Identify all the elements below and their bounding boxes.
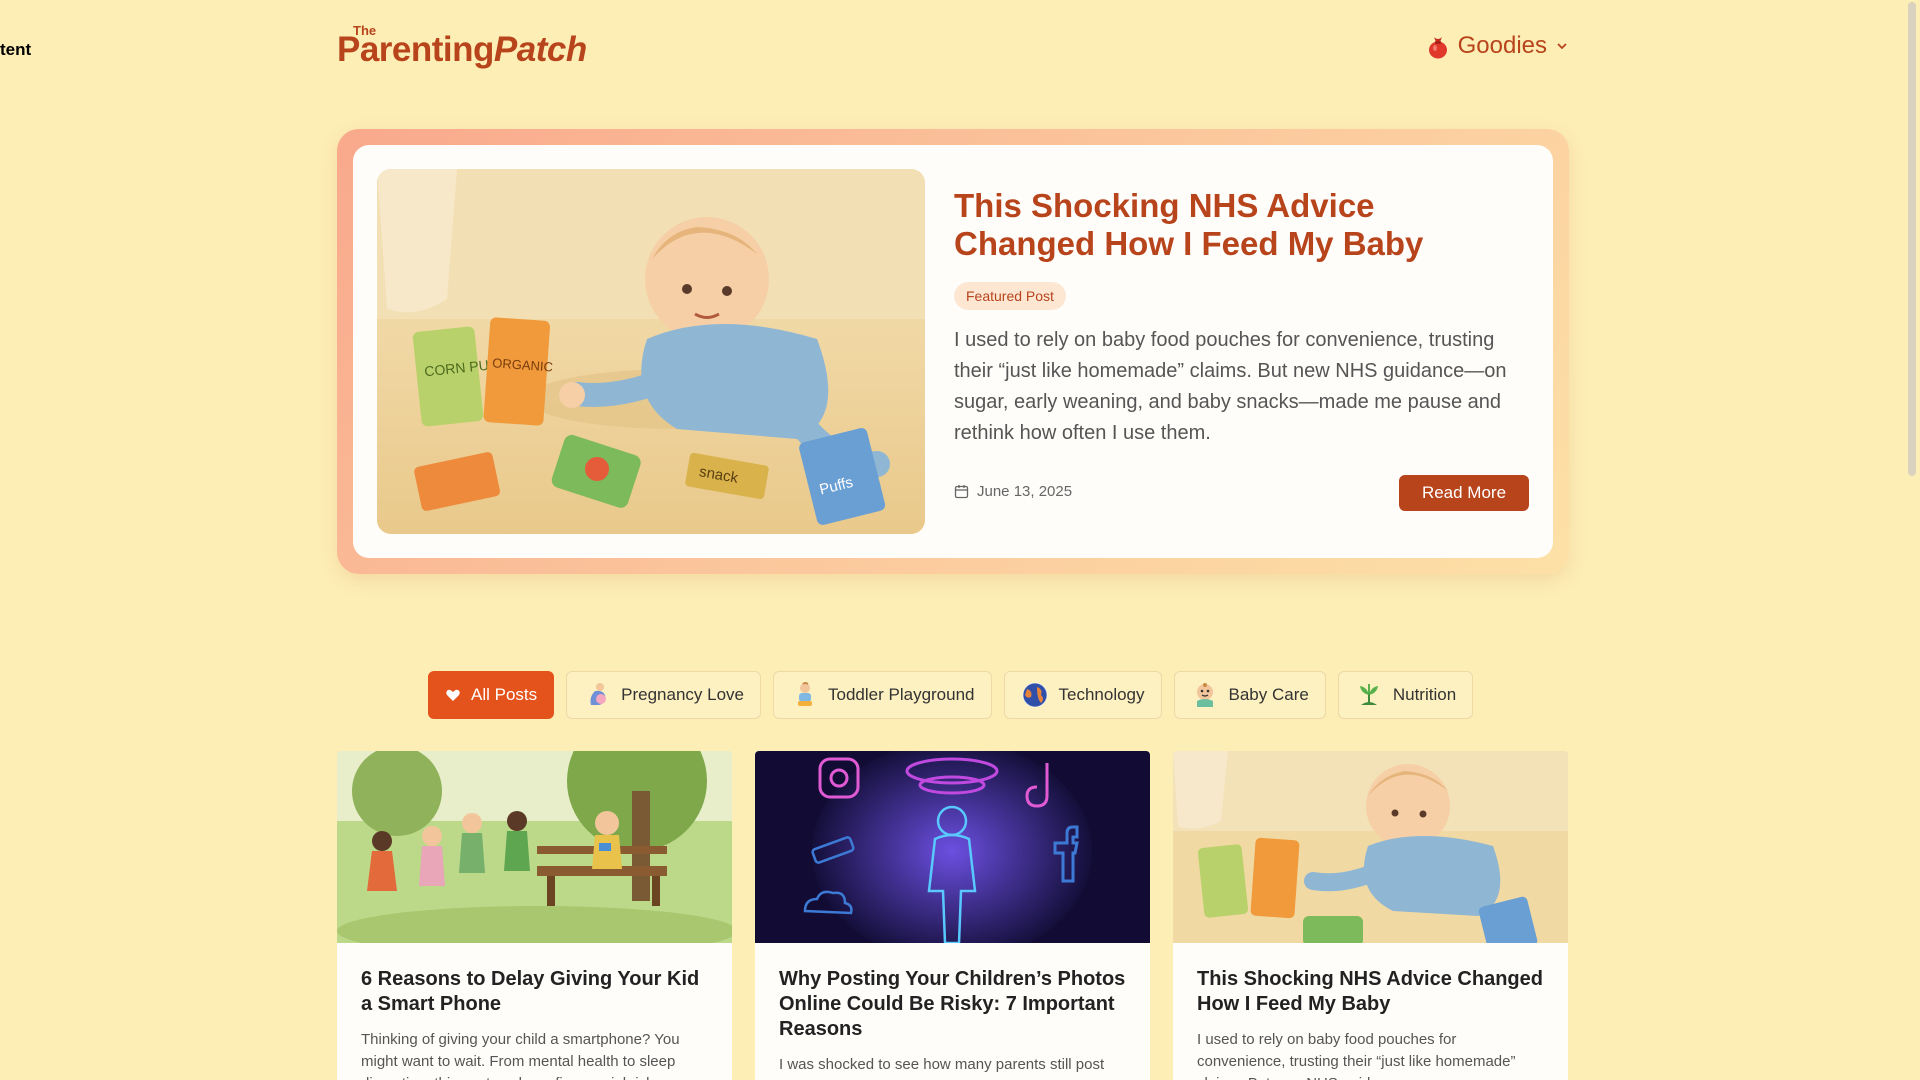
read-more-button[interactable]: Read More [1399,475,1529,511]
plant-icon [1359,684,1378,705]
featured-date-text: June 13, 2025 [977,483,1073,500]
baby-crawling-illustration: CORN PUFFS ORGANIC snack Puffs [377,169,925,534]
tab-all-posts[interactable]: All Posts [428,671,555,719]
tab-label: Toddler Playground [828,685,975,704]
featured-image[interactable]: CORN PUFFS ORGANIC snack Puffs [377,169,925,534]
post-title[interactable]: Why Posting Your Children’s Photos Onlin… [779,967,1129,1042]
featured-excerpt: I used to rely on baby food pouches for … [954,329,1507,444]
toddler-icon [798,682,813,706]
post-title[interactable]: This Shocking NHS Advice Changed How I F… [1197,967,1547,1017]
tab-label: Pregnancy Love [621,685,745,704]
chevron-down-icon [1557,43,1567,50]
tab-technology[interactable]: Technology [1003,671,1162,719]
gift-bag-icon [1428,37,1447,59]
scrollbar-thumb[interactable] [1908,2,1916,476]
goodies-menu[interactable]: Goodies [1426,32,1569,60]
calendar-icon [954,485,969,499]
post-title[interactable]: 6 Reasons to Delay Giving Your Kid a Sma… [361,967,711,1017]
post-card[interactable]: Why Posting Your Children’s Photos Onlin… [755,751,1150,1080]
baby-crawling-thumbnail [1173,751,1568,943]
tab-toddler-playground[interactable]: Toddler Playground [773,671,992,719]
post-thumbnail[interactable] [755,751,1150,943]
digital-child-illustration [755,751,1150,943]
goodies-label: Goodies [1457,32,1547,59]
post-card[interactable]: 6 Reasons to Delay Giving Your Kid a Sma… [337,751,732,1080]
globe-icon [1022,682,1047,708]
featured-date: June 13, 2025 [954,483,1072,500]
logo-patch: Patch [493,30,587,69]
post-card[interactable]: This Shocking NHS Advice Changed How I F… [1173,751,1568,1080]
post-thumbnail[interactable] [337,751,732,943]
heart-icon [446,689,460,701]
vertical-scrollbar[interactable] [1904,0,1920,1080]
logo-the: The [353,23,377,38]
tab-label: Nutrition [1392,685,1457,704]
tab-nutrition[interactable]: Nutrition [1337,671,1474,719]
tab-pregnancy-love[interactable]: Pregnancy Love [566,671,762,719]
pregnancy-icon [590,683,607,705]
skip-to-content-link[interactable]: tent [0,40,31,60]
featured-badge: Featured Post [954,282,1066,310]
tab-label: Baby Care [1228,685,1309,704]
site-header: The ParentingPatch Goodies [337,0,1569,100]
category-tabs: All Posts Pregnancy Love Toddler Playgro… [428,671,1474,719]
post-excerpt: Thinking of giving your child a smartpho… [361,1031,680,1080]
featured-post: CORN PUFFS ORGANIC snack Puffs This Shoc… [337,129,1569,574]
post-excerpt: I was shocked to see how many parents st… [779,1056,1105,1080]
featured-title[interactable]: This Shocking NHS Advice Changed How I F… [954,187,1514,263]
tab-label: Technology [1058,685,1145,704]
baby-icon [1196,683,1213,707]
featured-card: CORN PUFFS ORGANIC snack Puffs This Shoc… [353,145,1553,558]
tab-baby-care[interactable]: Baby Care [1173,671,1326,719]
site-logo[interactable]: The ParentingPatch [337,20,587,70]
post-excerpt: I used to rely on baby food pouches for … [1197,1031,1516,1080]
kids-playing-illustration [337,751,732,943]
post-thumbnail[interactable] [1173,751,1568,943]
tab-label: All Posts [471,685,538,704]
